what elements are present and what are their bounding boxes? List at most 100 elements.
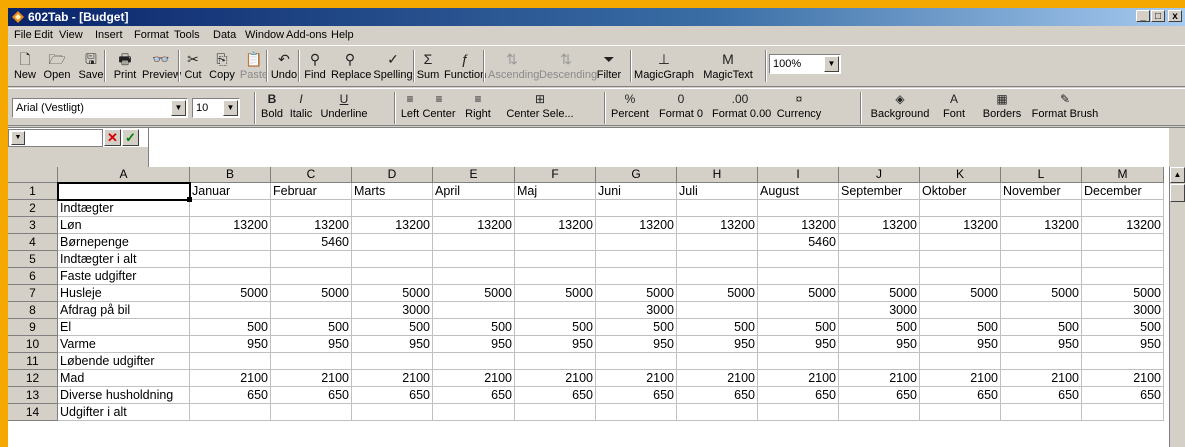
cell-reference-box[interactable]: A1 ▼: [8, 129, 103, 147]
cell-c8[interactable]: [271, 302, 352, 319]
cell-d10[interactable]: 950: [352, 336, 433, 353]
cell-h1[interactable]: Juli: [677, 183, 758, 200]
cell-a7[interactable]: Husleje: [58, 285, 190, 302]
magicgraph-button[interactable]: ⊥ MagicGraph: [633, 49, 695, 81]
cell-d6[interactable]: [352, 268, 433, 285]
menu-view[interactable]: View: [59, 29, 83, 41]
cell-l8[interactable]: [1001, 302, 1082, 319]
cell-l5[interactable]: [1001, 251, 1082, 268]
column-header-c[interactable]: C: [271, 167, 352, 183]
cell-g2[interactable]: [596, 200, 677, 217]
cell-m4[interactable]: [1082, 234, 1164, 251]
format-0-button[interactable]: 0 Format 0: [654, 90, 708, 120]
cell-k4[interactable]: [920, 234, 1001, 251]
cell-f1[interactable]: Maj: [515, 183, 596, 200]
cell-k10[interactable]: 950: [920, 336, 1001, 353]
cell-h9[interactable]: 500: [677, 319, 758, 336]
percent-button[interactable]: % Percent: [609, 90, 651, 120]
currency-button[interactable]: ¤ Currency: [772, 90, 826, 120]
cell-e1[interactable]: April: [433, 183, 515, 200]
cell-b2[interactable]: [190, 200, 271, 217]
fill-handle[interactable]: [187, 197, 192, 202]
row-header-1[interactable]: 1: [8, 183, 58, 200]
chevron-down-icon[interactable]: ▼: [824, 56, 839, 72]
cell-b11[interactable]: [190, 353, 271, 370]
cell-l10[interactable]: 950: [1001, 336, 1082, 353]
cell-j5[interactable]: [839, 251, 920, 268]
cell-a6[interactable]: Faste udgifter: [58, 268, 190, 285]
cell-c14[interactable]: [271, 404, 352, 421]
column-header-f[interactable]: F: [515, 167, 596, 183]
cell-l13[interactable]: 650: [1001, 387, 1082, 404]
cell-f4[interactable]: [515, 234, 596, 251]
cell-f14[interactable]: [515, 404, 596, 421]
filter-button[interactable]: ⏷ Filter: [589, 49, 629, 81]
cell-d13[interactable]: 650: [352, 387, 433, 404]
cell-a14[interactable]: Udgifter i alt: [58, 404, 190, 421]
scroll-up-icon[interactable]: ▲: [1170, 167, 1185, 183]
cell-f12[interactable]: 2100: [515, 370, 596, 387]
cell-k1[interactable]: Oktober: [920, 183, 1001, 200]
cell-c7[interactable]: 5000: [271, 285, 352, 302]
cell-h6[interactable]: [677, 268, 758, 285]
cell-d5[interactable]: [352, 251, 433, 268]
cell-e14[interactable]: [433, 404, 515, 421]
cell-f9[interactable]: 500: [515, 319, 596, 336]
cell-e5[interactable]: [433, 251, 515, 268]
cell-m2[interactable]: [1082, 200, 1164, 217]
cell-e13[interactable]: 650: [433, 387, 515, 404]
save-button[interactable]: 🖫 Save: [74, 49, 108, 81]
cell-e7[interactable]: 5000: [433, 285, 515, 302]
italic-button[interactable]: I Italic: [288, 90, 314, 120]
cell-l12[interactable]: 2100: [1001, 370, 1082, 387]
row-header-14[interactable]: 14: [8, 404, 58, 421]
cell-j13[interactable]: 650: [839, 387, 920, 404]
cut-button[interactable]: ✂ Cut: [182, 49, 204, 81]
cell-g8[interactable]: 3000: [596, 302, 677, 319]
cell-g10[interactable]: 950: [596, 336, 677, 353]
font-size-select[interactable]: 10 ▼: [192, 98, 240, 118]
menu-edit[interactable]: Edit: [34, 29, 53, 41]
preview-button[interactable]: 👓 Preview: [142, 49, 181, 81]
row-header-8[interactable]: 8: [8, 302, 58, 319]
cell-c12[interactable]: 2100: [271, 370, 352, 387]
cell-k8[interactable]: [920, 302, 1001, 319]
borders-button[interactable]: ▦ Borders: [977, 90, 1027, 120]
bold-button[interactable]: B Bold: [260, 90, 284, 120]
descending-button[interactable]: ⇅ Descending: [539, 49, 597, 81]
cell-f11[interactable]: [515, 353, 596, 370]
cell-a8[interactable]: Afdrag på bil: [58, 302, 190, 319]
cell-e10[interactable]: 950: [433, 336, 515, 353]
magictext-button[interactable]: M MagicText: [698, 49, 758, 81]
new-button[interactable]: 🗋 New: [12, 49, 38, 81]
cell-e11[interactable]: [433, 353, 515, 370]
replace-button[interactable]: ⚲ Replace: [331, 49, 371, 81]
cell-f2[interactable]: [515, 200, 596, 217]
cell-m9[interactable]: 500: [1082, 319, 1164, 336]
cell-i8[interactable]: [758, 302, 839, 319]
row-header-12[interactable]: 12: [8, 370, 58, 387]
font-name-select[interactable]: Arial (Vestligt) ▼: [12, 98, 188, 118]
cell-g6[interactable]: [596, 268, 677, 285]
spelling-button[interactable]: ✓ Spelling: [372, 49, 414, 81]
cell-m6[interactable]: [1082, 268, 1164, 285]
cell-e12[interactable]: 2100: [433, 370, 515, 387]
cell-m14[interactable]: [1082, 404, 1164, 421]
cell-e8[interactable]: [433, 302, 515, 319]
cell-j9[interactable]: 500: [839, 319, 920, 336]
cell-l9[interactable]: 500: [1001, 319, 1082, 336]
cell-c2[interactable]: [271, 200, 352, 217]
cell-b10[interactable]: 950: [190, 336, 271, 353]
cell-g1[interactable]: Juni: [596, 183, 677, 200]
cell-b5[interactable]: [190, 251, 271, 268]
zoom-select[interactable]: 100% ▼: [769, 54, 841, 74]
cell-i14[interactable]: [758, 404, 839, 421]
chevron-down-icon[interactable]: ▼: [223, 100, 238, 116]
cell-j1[interactable]: September: [839, 183, 920, 200]
menu-insert[interactable]: Insert: [95, 29, 123, 41]
ascending-button[interactable]: ⇅ Ascending: [488, 49, 539, 81]
cell-j4[interactable]: [839, 234, 920, 251]
cell-g7[interactable]: 5000: [596, 285, 677, 302]
chevron-down-icon[interactable]: ▼: [11, 131, 25, 145]
menu-window[interactable]: Window: [245, 29, 284, 41]
